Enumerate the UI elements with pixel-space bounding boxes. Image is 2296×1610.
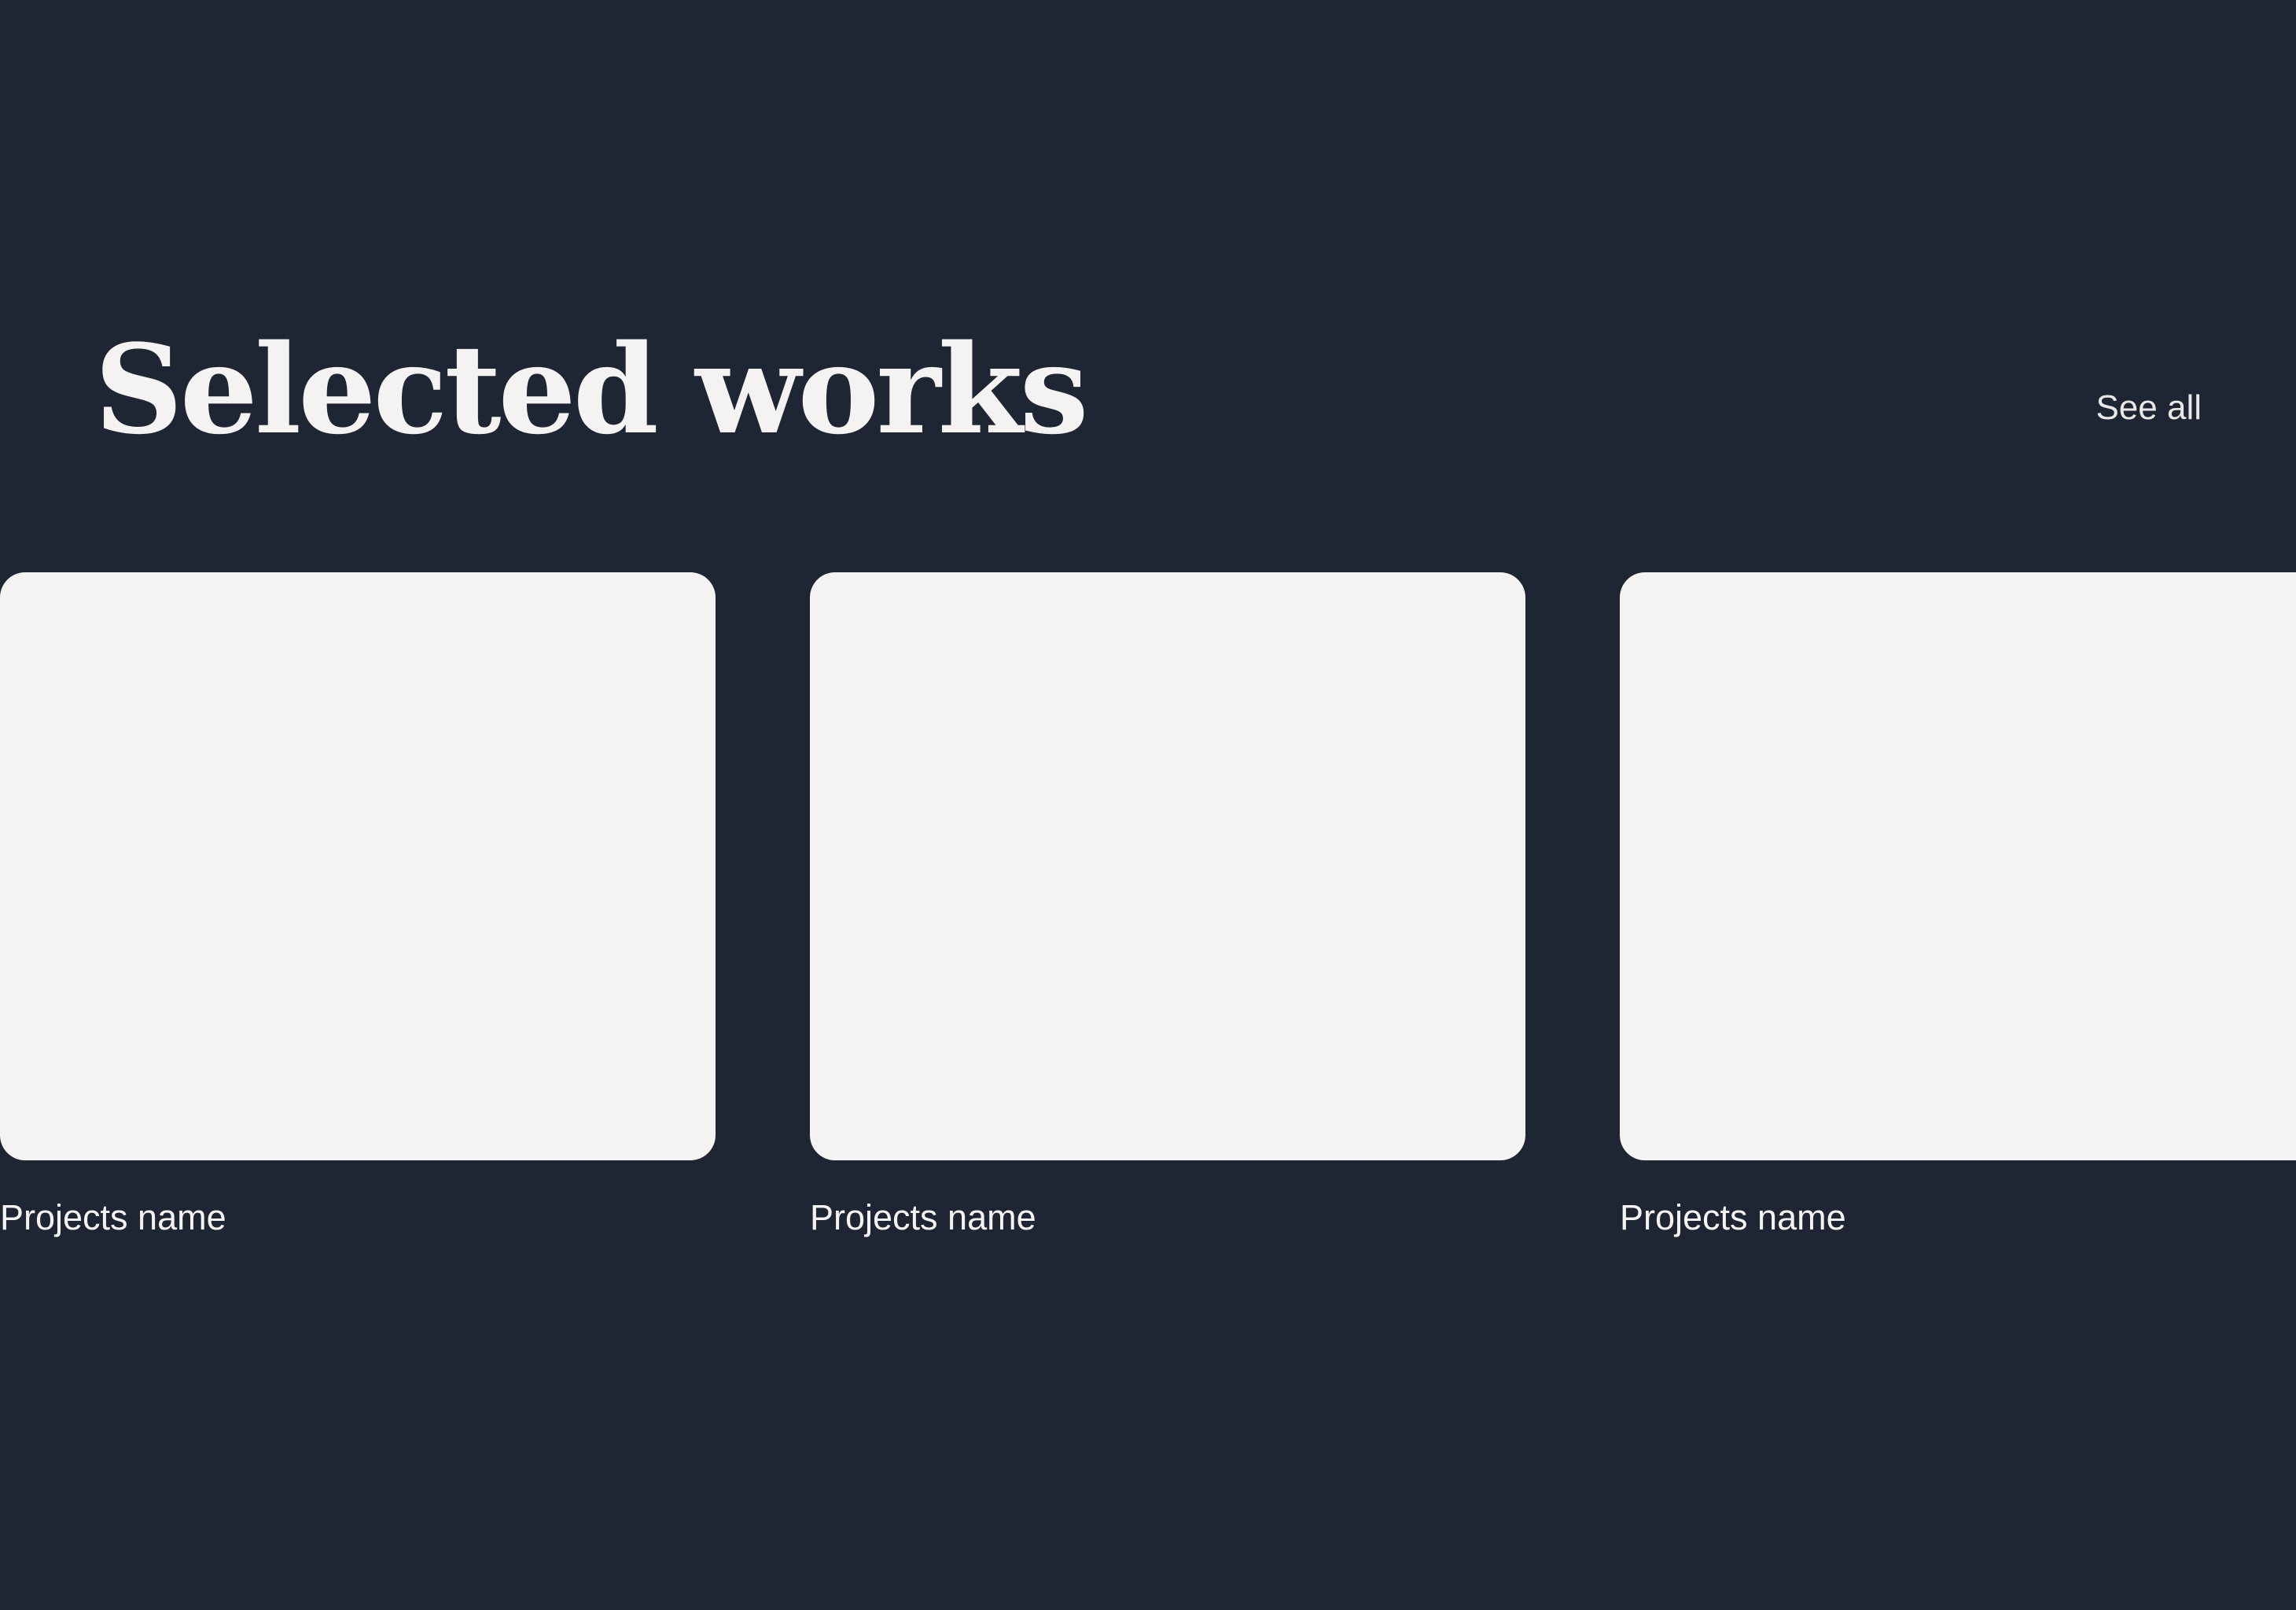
project-card[interactable]: Projects name (1620, 572, 2296, 1235)
project-card[interactable]: Projects name (0, 572, 716, 1235)
project-thumbnail[interactable] (0, 572, 716, 1160)
project-card[interactable]: Projects name (810, 572, 1525, 1235)
see-all-link[interactable]: See all (2095, 391, 2202, 425)
project-name[interactable]: Projects name (810, 1200, 1525, 1235)
project-name[interactable]: Projects name (0, 1200, 716, 1235)
section-title: Selected works (94, 318, 1089, 461)
project-name[interactable]: Projects name (1620, 1200, 2296, 1235)
selected-works-section: Selected works See all Projects name Pro… (0, 0, 2296, 1610)
project-thumbnail[interactable] (810, 572, 1525, 1160)
project-thumbnail[interactable] (1620, 572, 2296, 1160)
project-carousel[interactable]: Projects name Projects name Projects nam… (0, 572, 2296, 1280)
